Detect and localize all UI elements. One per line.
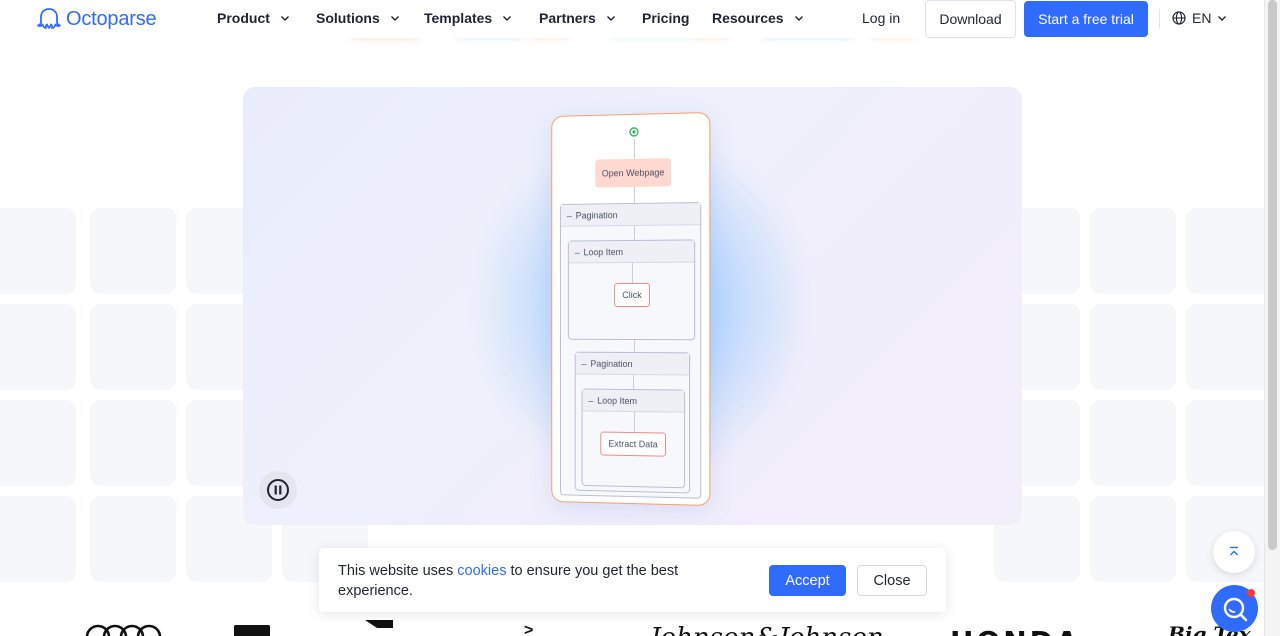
cookie-message: This website uses cookies to ensure you … — [338, 561, 708, 601]
workflow-open-webpage: Open Webpage — [595, 158, 671, 188]
cookies-link[interactable]: cookies — [457, 563, 506, 579]
header-divider — [1159, 9, 1160, 29]
logo-mark-3 — [365, 620, 393, 636]
nav-partners[interactable]: Partners — [539, 10, 616, 26]
cookie-text-before: This website uses — [338, 563, 458, 579]
nav-solutions-label: Solutions — [316, 10, 380, 26]
close-cookie-banner-button[interactable]: Close — [857, 565, 927, 596]
client-logos-strip: > Johnson&Johnson HONDA Big Tex — [0, 612, 1264, 636]
chevron-down-icon — [606, 16, 615, 21]
nav-solutions[interactable]: Solutions — [316, 10, 400, 26]
nav-pricing-label: Pricing — [642, 10, 690, 26]
chevron-down-icon — [794, 16, 803, 21]
background-tile — [0, 496, 76, 582]
brand-logo[interactable]: Octoparse — [36, 6, 157, 32]
audi-logo — [85, 624, 162, 636]
workflow-pagination-inner: – Pagination – Loop Item Extract Data — [574, 351, 691, 494]
brand-name: Octoparse — [66, 7, 157, 30]
nav-product-label: Product — [217, 10, 270, 26]
background-tile — [1186, 400, 1272, 486]
background-tile — [1186, 208, 1272, 294]
octopus-logo-icon — [37, 8, 61, 29]
loop-item-label-2: Loop Item — [597, 395, 638, 406]
background-tile — [90, 208, 176, 294]
chat-notification-dot — [1247, 589, 1255, 597]
globe-icon — [1172, 11, 1186, 25]
workflow-pagination-outer: – Pagination – Loop Item Click – Pagination… — [560, 202, 702, 499]
background-tile — [1090, 400, 1176, 486]
chevron-down-icon — [390, 16, 399, 21]
nav-product[interactable]: Product — [217, 10, 290, 26]
click-label: Click — [622, 289, 642, 301]
background-tile — [1090, 496, 1176, 582]
workflow-phone-mockup: Open Webpage – Pagination – Loop Item Clic… — [551, 111, 711, 507]
pagination-label-2: Pagination — [590, 358, 633, 369]
start-free-trial-button[interactable]: Start a free trial — [1024, 1, 1148, 37]
pause-button[interactable] — [259, 471, 297, 509]
chat-search-icon — [1223, 597, 1247, 621]
workflow-loop-item-1: – Loop Item Click — [567, 239, 696, 341]
accept-cookies-button[interactable]: Accept — [769, 565, 846, 596]
background-tile — [90, 400, 176, 486]
nav-resources[interactable]: Resources — [712, 10, 804, 26]
chat-support-button[interactable] — [1211, 585, 1258, 632]
download-button[interactable]: Download — [925, 0, 1016, 38]
background-tile — [0, 304, 76, 390]
start-free-trial-label: Start a free trial — [1038, 11, 1134, 27]
nav-templates[interactable]: Templates — [424, 10, 512, 26]
close-label: Close — [873, 572, 911, 589]
start-node-icon — [629, 127, 638, 137]
logo-mark-2 — [234, 625, 270, 636]
top-navigation-bar: Octoparse Product Solutions Templates Pa… — [0, 0, 1264, 38]
accept-label: Accept — [785, 572, 830, 589]
nav-partners-label: Partners — [539, 10, 596, 26]
chevron-down-icon — [280, 16, 289, 21]
chevron-down-icon — [503, 16, 512, 21]
johnson-johnson-logo: Johnson&Johnson — [650, 623, 884, 636]
background-tile — [1090, 304, 1176, 390]
nav-resources-label: Resources — [712, 10, 784, 26]
chevron-down-icon — [1218, 16, 1227, 21]
chevron-up-double-icon — [1230, 546, 1238, 556]
scrollbar-thumb[interactable] — [1268, 0, 1277, 550]
download-button-label: Download — [939, 11, 1002, 27]
workflow-loop-item-2: – Loop Item Extract Data — [581, 388, 686, 489]
background-tile — [1090, 208, 1176, 294]
logo-mark-4: > — [524, 622, 534, 636]
background-tile — [90, 496, 176, 582]
loop-item-label-1: Loop Item — [583, 246, 624, 257]
background-tile — [0, 208, 76, 294]
language-selector[interactable]: EN — [1172, 10, 1227, 26]
background-tile — [1186, 304, 1272, 390]
background-tile — [90, 304, 176, 390]
cookie-consent-banner: This website uses cookies to ensure you … — [319, 548, 946, 612]
scroll-to-top-button[interactable] — [1213, 531, 1255, 573]
extract-data-label: Extract Data — [608, 438, 658, 450]
language-label: EN — [1192, 10, 1212, 26]
honda-logo: HONDA — [950, 625, 1081, 636]
page-scrollbar[interactable] — [1264, 0, 1280, 636]
nav-templates-label: Templates — [424, 10, 493, 26]
pause-icon — [267, 479, 289, 501]
background-tile — [0, 400, 76, 486]
login-link[interactable]: Log in — [862, 10, 900, 26]
workflow-extract-data-action: Extract Data — [600, 431, 666, 457]
workflow-click-action: Click — [614, 282, 650, 308]
hero-video-card: Open Webpage – Pagination – Loop Item Clic… — [243, 87, 1022, 525]
nav-pricing[interactable]: Pricing — [642, 10, 689, 26]
open-webpage-label: Open Webpage — [601, 167, 665, 179]
pagination-label-1: Pagination — [575, 209, 618, 221]
